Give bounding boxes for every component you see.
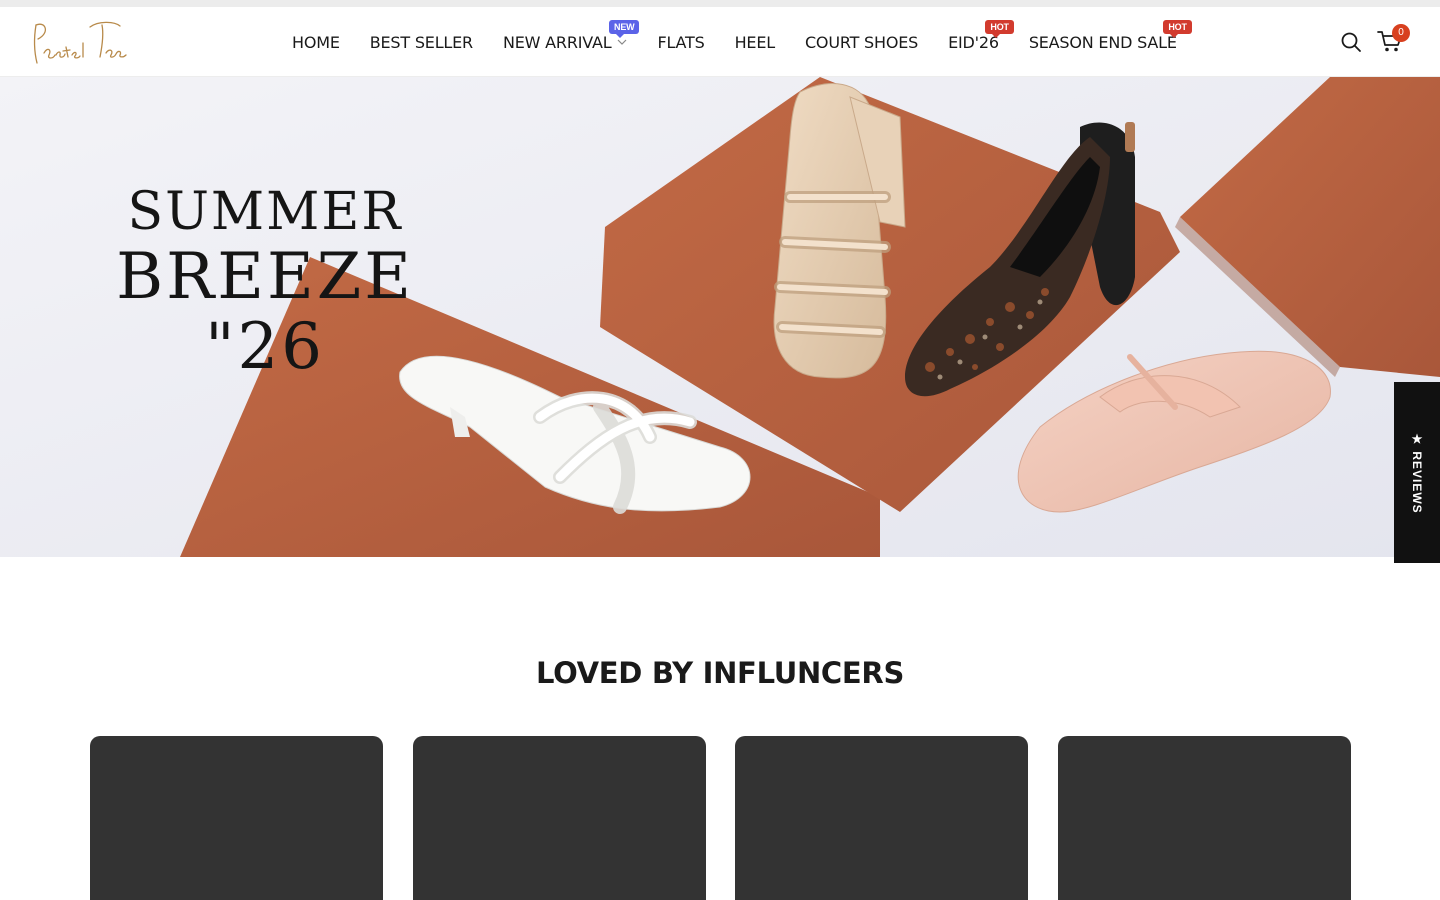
influencer-cards [90,736,1351,900]
nav-item-heel[interactable]: HEEL [734,32,776,52]
nav-item-best-seller[interactable]: BEST SELLER [370,33,473,52]
nav-label: EID'26 [948,32,999,52]
nav-label: BEST SELLER [369,32,473,52]
cart-count-badge: 0 [1392,24,1410,42]
nav-item-home[interactable]: HOME [292,33,340,52]
nav-item-flats[interactable]: FLATS [657,33,704,52]
brand-logo[interactable] [28,17,132,67]
nav-label: SEASON END SALE [1028,32,1177,52]
chevron-down-icon [618,39,627,45]
main-nav: HOME BEST SELLER NEW ARRIVAL NEW FLATS H… [292,19,1192,55]
hot-badge: HOT [1163,19,1192,38]
nav-label: HEEL [734,32,776,52]
nav-item-eid26[interactable]: EID'26 HOT [948,19,1014,52]
nav-item-season-end-sale[interactable]: SEASON END SALE HOT [1028,19,1192,52]
hero-banner[interactable]: SUMMER BREEZE "26 [0,77,1440,557]
nav-label: FLATS [657,32,705,52]
hero-line-2: BREEZE "26 [116,240,414,384]
hero-headline: SUMMER BREEZE "26 [70,182,460,382]
nav-label: NEW ARRIVAL [502,32,612,52]
influencers-section-title: LOVED BY INFLUNCERS [535,656,905,690]
reviews-side-tab[interactable]: ★ REVIEWS [1394,382,1440,563]
nav-item-court-shoes[interactable]: COURT SHOES [805,33,918,52]
influencer-card[interactable] [90,736,383,900]
reviews-tab-label: ★ REVIEWS [1410,431,1424,514]
top-strip [0,0,1440,7]
influencer-card[interactable] [1057,736,1351,900]
nav-label: COURT SHOES [804,32,919,52]
search-icon[interactable] [1340,31,1362,53]
site-header: HOME BEST SELLER NEW ARRIVAL NEW FLATS H… [0,7,1440,77]
nav-item-new-arrival[interactable]: NEW ARRIVAL NEW [502,19,640,52]
logo-script-icon [33,21,127,64]
new-badge: NEW [609,19,640,38]
hero-line-1: SUMMER [127,182,403,242]
hot-badge: HOT [985,19,1014,38]
influencer-card[interactable] [735,736,1028,900]
nav-label: HOME [292,32,340,52]
influencer-card[interactable] [412,736,706,900]
